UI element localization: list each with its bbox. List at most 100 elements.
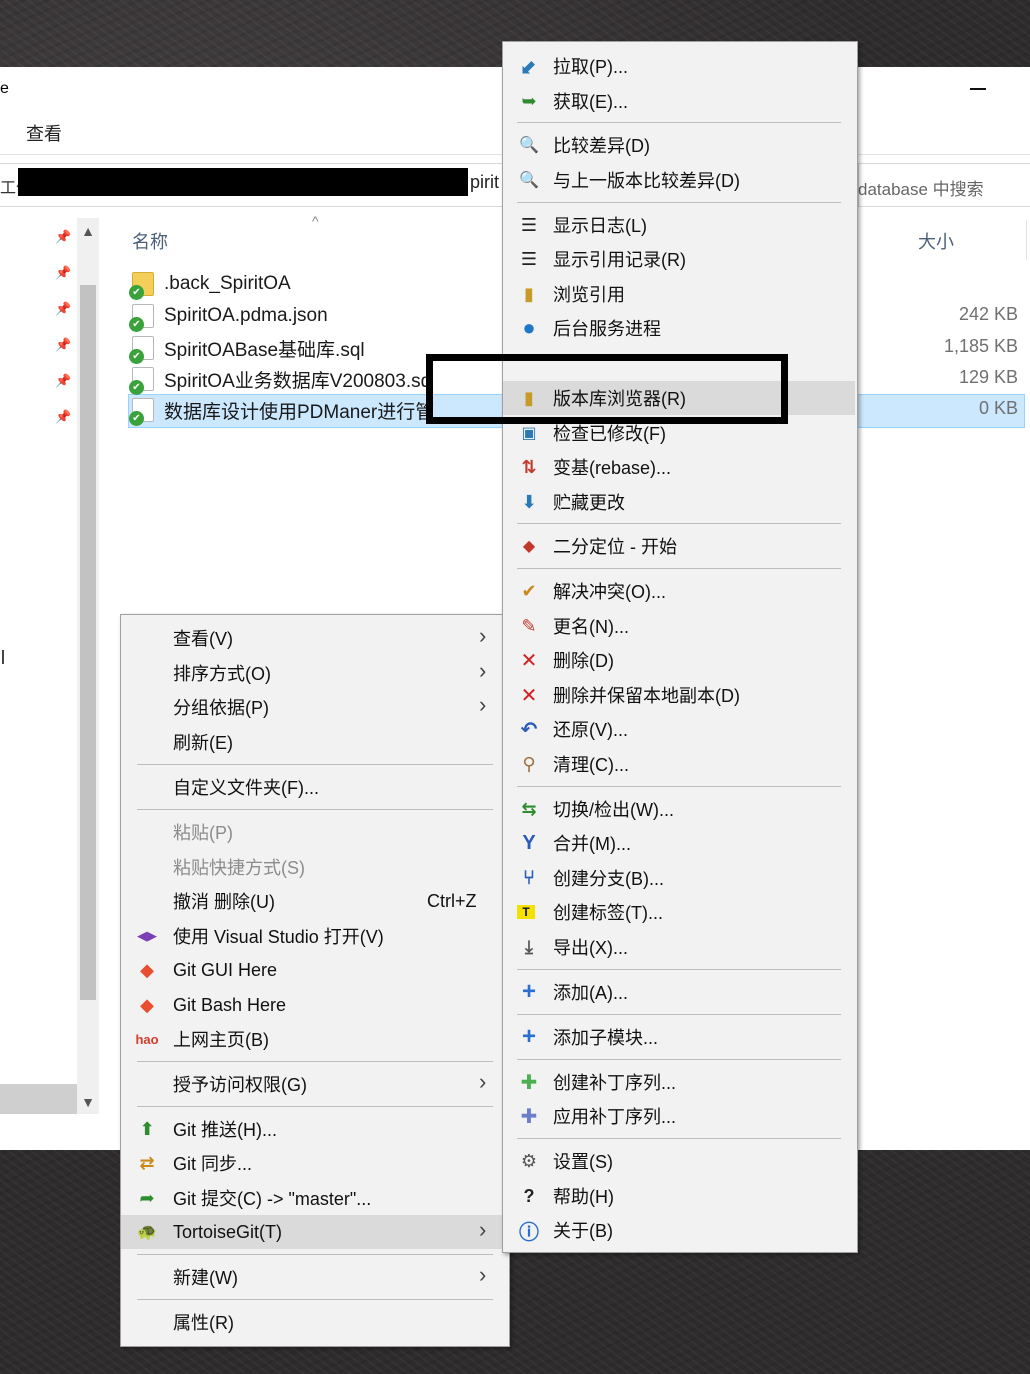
menu-item-label: 粘贴快捷方式(S) [173,858,305,878]
tortoisegit-menu-item[interactable]: ? 帮助(H) [503,1179,855,1213]
fetch-icon: ➥ [521,90,537,111]
tortoisegit-menu-item[interactable]: ✚ 应用补丁序列... [503,1099,855,1133]
submenu-chevron-icon: › [479,692,487,717]
context-menu-item[interactable]: 新建(W) › [121,1260,507,1294]
tortoisegit-menu-item[interactable]: ⬋ 拉取(P)... [503,49,855,83]
nav-scroll-thumb[interactable] [80,285,96,1000]
menu-item-label: Git 同步... [173,1154,253,1174]
column-header-size[interactable]: 大小 [918,228,954,254]
context-menu-item[interactable]: ◆ Git GUI Here [121,953,507,987]
tortoisegit-menu-item[interactable]: ✚ 创建补丁序列... [503,1065,855,1099]
menu-item-label: 关于(B) [553,1221,613,1241]
file-list-item[interactable]: SpiritOA业务数据库V200803.sq [129,365,431,395]
context-menu-item[interactable]: 刷新(E) [121,725,507,759]
tortoisegit-menu-item[interactable]: 🔍 与上一版本比较差异(D) [503,163,855,197]
tortoisegit-menu-item[interactable]: T 创建标签(T)... [503,895,855,929]
file-list-item[interactable]: 数据库设计使用PDManer进行管 [129,396,434,426]
menu-separator [517,122,841,123]
context-menu-item[interactable]: 🐢 TortoiseGit(T) › [121,1215,507,1249]
menu-item-label: 后台服务进程 [553,319,661,339]
context-menu-item[interactable]: 授予访问权限(G) › [121,1067,507,1101]
diff-icon: 🔍 [519,137,539,154]
context-menu-item[interactable]: 撤消 删除(U) Ctrl+Z [121,884,507,918]
context-menu-item[interactable]: 粘贴(P) [121,815,507,849]
menu-item-label: 帮助(H) [553,1187,614,1207]
context-menu-item[interactable]: hao 上网主页(B) [121,1022,507,1056]
scroll-up-icon[interactable]: ▲ [80,223,96,239]
tortoisegit-menu-item[interactable]: ↶ 还原(V)... [503,712,855,746]
column-separator [1026,220,1027,260]
tortoisegit-menu-item[interactable]: ⓘ 关于(B) [503,1213,855,1247]
ribbon-tab-view[interactable]: 查看 [26,120,62,146]
pin-icon: 📌 [55,229,72,244]
redacted-path [18,168,468,196]
file-list-item[interactable]: SpiritOABase基础库.sql [129,334,365,364]
tortoisegit-menu-item[interactable]: ⇅ 变基(rebase)... [503,450,855,484]
tortoisegit-menu-item[interactable]: ⬇ 贮藏更改 [503,485,855,519]
file-list-item[interactable]: SpiritOA.pdma.json [129,302,328,332]
tortoisegit-menu-item[interactable]: 🔍 比较差异(D) [503,128,855,162]
tortoisegit-menu-item[interactable]: ▮ 浏览引用 [503,277,855,311]
daemon-icon: ● [522,315,536,340]
folder-icon [129,272,154,300]
tortoisegit-menu-item[interactable]: ● 后台服务进程 [503,311,855,345]
scroll-down-icon[interactable]: ▼ [80,1094,96,1110]
tortoisegit-menu-item[interactable]: ⑂ 创建分支(B)... [503,861,855,895]
context-menu-item[interactable]: 属性(R) [121,1305,507,1339]
tortoisegit-menu-item[interactable]: Y 合并(M)... [503,826,855,860]
context-menu-item[interactable]: ⬆ Git 推送(H)... [121,1112,507,1146]
merge-icon: Y [522,831,536,854]
minimize-button[interactable] [970,88,986,90]
menu-item-label: 清理(C)... [553,755,629,775]
context-menu-item[interactable]: ◆ Git Bash Here [121,988,507,1022]
tortoisegit-menu-item[interactable]: ☰ 显示日志(L) [503,208,855,242]
menu-item-label: Git 推送(H)... [173,1120,277,1140]
context-menu-item[interactable]: 排序方式(O) › [121,656,507,690]
menu-item-label: 自定义文件夹(F)... [173,778,319,798]
git-push-icon: ⬆ [139,1118,155,1139]
context-menu-item[interactable]: 粘贴快捷方式(S) [121,850,507,884]
tortoisegit-menu-item[interactable]: ✕ 删除并保留本地副本(D) [503,678,855,712]
bisect-icon: ◆ [522,538,536,555]
menu-item-label: 获取(E)... [553,92,628,112]
tortoisegit-menu-item[interactable]: + 添加(A)... [503,975,855,1009]
menu-item-label: 显示引用记录(R) [553,250,686,270]
pin-icon: 📌 [55,337,72,352]
shortcut-text: Ctrl+Z [427,890,477,911]
tortoisegit-menu-item[interactable]: ⚙ 设置(S) [503,1144,855,1178]
visual-studio-icon: ◀▶ [137,928,157,943]
context-menu-item[interactable]: ➦ Git 提交(C) -> "master"... [121,1181,507,1215]
menu-item-label: Git GUI Here [173,959,278,980]
git-commit-icon: ➦ [139,1187,155,1208]
tortoisegit-menu-item[interactable]: ⚲ 清理(C)... [503,747,855,781]
tortoisegit-menu-item[interactable]: ☰ 显示引用记录(R) [503,242,855,276]
context-menu-item[interactable]: ◀▶ 使用 Visual Studio 打开(V) [121,919,507,953]
apply-patch-icon: ✚ [520,1105,538,1128]
menu-separator [517,969,841,970]
pin-icon: 📌 [55,301,72,316]
menu-item-label: 分组依据(P) [173,698,269,718]
cleanup-icon: ⚲ [522,753,536,774]
help-icon: ? [523,1185,535,1206]
tortoisegit-menu-item[interactable]: ✔ 解决冲突(O)... [503,574,855,608]
file-list-item[interactable]: .back_SpiritOA [129,270,291,300]
tortoisegit-menu-item[interactable]: ➥ 获取(E)... [503,84,855,118]
git-gui-icon: ◆ [140,959,154,980]
tortoisegit-menu-item[interactable]: ⤓ 导出(X)... [503,930,855,964]
context-menu-item[interactable]: 自定义文件夹(F)... [121,770,507,804]
context-menu-item[interactable]: 分组依据(P) › [121,690,507,724]
menu-item-label: 二分定位 - 开始 [553,537,677,557]
tortoisegit-menu-item[interactable]: ✎ 更名(N)... [503,609,855,643]
add-submodule-icon: + [521,1023,536,1050]
search-placeholder: database 中搜索 [858,180,984,199]
context-menu-item[interactable]: ⇄ Git 同步... [121,1146,507,1180]
tortoisegit-menu-item[interactable]: ⇆ 切换/检出(W)... [503,792,855,826]
tortoisegit-menu-item[interactable]: ◆ 二分定位 - 开始 [503,529,855,563]
tortoisegit-menu-item[interactable]: + 添加子模块... [503,1020,855,1054]
context-menu-item[interactable]: 查看(V) › [121,621,507,655]
menu-item-label: 上网主页(B) [173,1030,269,1050]
menu-item-label: 与上一版本比较差异(D) [553,171,740,191]
pin-icon: 📌 [55,373,72,388]
tortoisegit-menu-item[interactable]: ✕ 删除(D) [503,643,855,677]
column-header-name[interactable]: 名称 [132,228,168,254]
